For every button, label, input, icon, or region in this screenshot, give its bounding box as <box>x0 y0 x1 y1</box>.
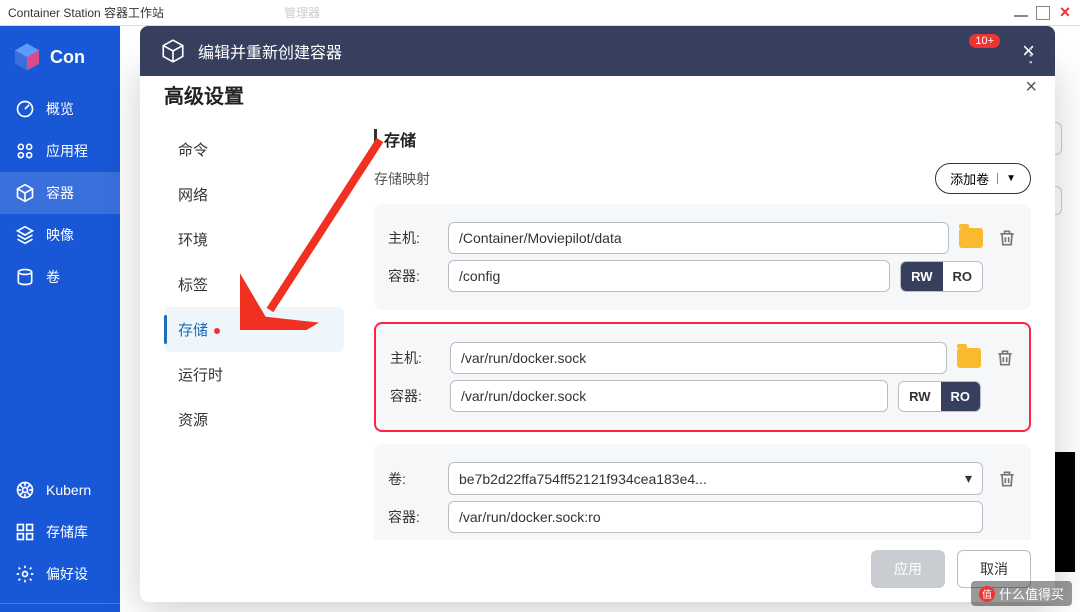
squares-icon <box>14 521 36 543</box>
trash-icon[interactable] <box>997 469 1017 489</box>
add-volume-button[interactable]: 添加卷 ▼ <box>935 163 1031 194</box>
sidebar-item-label: Kubern <box>46 482 91 498</box>
rwro-toggle[interactable]: RW RO <box>900 261 983 292</box>
brand-text: Con <box>50 47 85 68</box>
sidebar-item-label: 映像 <box>46 225 74 245</box>
apply-button[interactable]: 应用 <box>871 550 945 588</box>
trash-icon[interactable] <box>997 228 1017 248</box>
chevron-down-icon: ▼ <box>997 173 1016 184</box>
cube-icon <box>14 182 36 204</box>
nav-resources[interactable]: 资源 <box>164 397 344 442</box>
gear-icon <box>14 563 36 585</box>
sidebar-item-apps[interactable]: 应用程 <box>0 130 120 172</box>
folder-icon[interactable] <box>959 228 983 248</box>
sidebar-item-label: 偏好设 <box>46 564 88 584</box>
named-volume-block: 卷: be7b2d22ffa754ff52121f934cea183e4... … <box>374 444 1031 540</box>
nav-network[interactable]: 网络 <box>164 172 344 217</box>
brand-logo-icon <box>12 42 42 72</box>
nav-environment[interactable]: 环境 <box>164 217 344 262</box>
brand: Con <box>0 34 120 88</box>
panel-title: 存储 <box>374 127 1031 151</box>
host-path-input[interactable] <box>448 222 949 254</box>
settings-nav: 命令 网络 环境 标签 存储 运行时 资源 <box>164 127 354 540</box>
modal-header: 编辑并重新创建容器 × <box>140 26 1055 76</box>
nav-labels[interactable]: 标签 <box>164 262 344 307</box>
dialog-close-icon[interactable]: × <box>1025 76 1037 99</box>
nav-runtime[interactable]: 运行时 <box>164 352 344 397</box>
container-label: 容器: <box>390 386 440 406</box>
sidebar-item-images[interactable]: 映像 <box>0 214 120 256</box>
watermark: 值 什么值得买 <box>971 581 1072 606</box>
app-title: Container Station 容器工作站 <box>8 4 164 21</box>
grid-icon <box>14 140 36 162</box>
storage-panel: 存储 存储映射 添加卷 ▼ 主机: 容器: <box>354 127 1031 540</box>
advanced-settings-dialog: × 高级设置 命令 网络 环境 标签 存储 运行时 资源 存储 存储映射 添加卷… <box>140 62 1055 602</box>
container-label: 容器: <box>388 266 438 286</box>
nav-command[interactable]: 命令 <box>164 127 344 172</box>
panel-subtitle: 存储映射 <box>374 169 430 189</box>
sidebar-item-label: 概览 <box>46 99 74 119</box>
chevron-down-icon: ▾ <box>965 470 972 487</box>
container-path-input[interactable] <box>450 380 888 412</box>
container-path-input[interactable] <box>448 260 890 292</box>
host-label: 主机: <box>390 348 440 368</box>
sidebar-item-preferences[interactable]: 偏好设 <box>0 553 120 595</box>
sidebar: Con 概览 应用程 容器 映像 卷 Kubern 存储库 偏好设 <box>0 26 120 612</box>
watermark-text: 什么值得买 <box>999 584 1064 603</box>
nav-storage[interactable]: 存储 <box>164 307 344 352</box>
volume-label: 卷: <box>388 469 438 489</box>
cube-outline-icon <box>160 38 186 64</box>
watermark-icon: 值 <box>979 586 995 602</box>
minimize-icon[interactable] <box>1014 15 1028 17</box>
rwro-toggle[interactable]: RW RO <box>898 381 981 412</box>
folder-icon[interactable] <box>957 348 981 368</box>
volume-select[interactable]: be7b2d22ffa754ff52121f934cea183e4... ▾ <box>448 462 983 495</box>
database-icon <box>14 266 36 288</box>
sidebar-item-volumes[interactable]: 卷 <box>0 256 120 298</box>
rw-option[interactable]: RW <box>901 262 942 291</box>
ro-option[interactable]: RO <box>943 262 983 291</box>
dialog-title: 高级设置 <box>164 80 1031 109</box>
close-icon[interactable]: × <box>1058 6 1072 20</box>
notification-badge[interactable]: 10+ <box>969 34 1000 48</box>
helm-icon <box>14 479 36 501</box>
volume-mapping-block: 主机: 容器: RW RO <box>374 204 1031 310</box>
layers-icon <box>14 224 36 246</box>
gauge-icon <box>14 98 36 120</box>
window-titlebar: Container Station 容器工作站 管理器 × <box>0 0 1080 26</box>
trash-icon[interactable] <box>995 348 1015 368</box>
modified-dot-icon <box>214 328 220 334</box>
container-path-input[interactable] <box>448 501 983 533</box>
rw-option[interactable]: RW <box>899 382 940 411</box>
dialog-footer: 应用 取消 <box>164 540 1031 588</box>
sidebar-item-label: 应用程 <box>46 141 88 161</box>
sidebar-item-label: 容器 <box>46 183 74 203</box>
container-label: 容器: <box>388 507 438 527</box>
kebab-menu-icon[interactable]: ⋯ <box>1019 46 1044 68</box>
volume-mapping-block: 主机: 容器: RW RO <box>374 322 1031 432</box>
ro-option[interactable]: RO <box>941 382 981 411</box>
sidebar-item-containers[interactable]: 容器 <box>0 172 120 214</box>
host-label: 主机: <box>388 228 438 248</box>
sidebar-item-label: 卷 <box>46 267 60 287</box>
host-path-input[interactable] <box>450 342 947 374</box>
modal-title: 编辑并重新创建容器 <box>198 39 1022 63</box>
sidebar-item-repo[interactable]: 存储库 <box>0 511 120 553</box>
sidebar-item-kubernetes[interactable]: Kubern <box>0 469 120 511</box>
title-extra: 管理器 <box>284 4 320 21</box>
maximize-icon[interactable] <box>1036 6 1050 20</box>
sidebar-item-label: 存储库 <box>46 522 88 542</box>
sidebar-item-overview[interactable]: 概览 <box>0 88 120 130</box>
